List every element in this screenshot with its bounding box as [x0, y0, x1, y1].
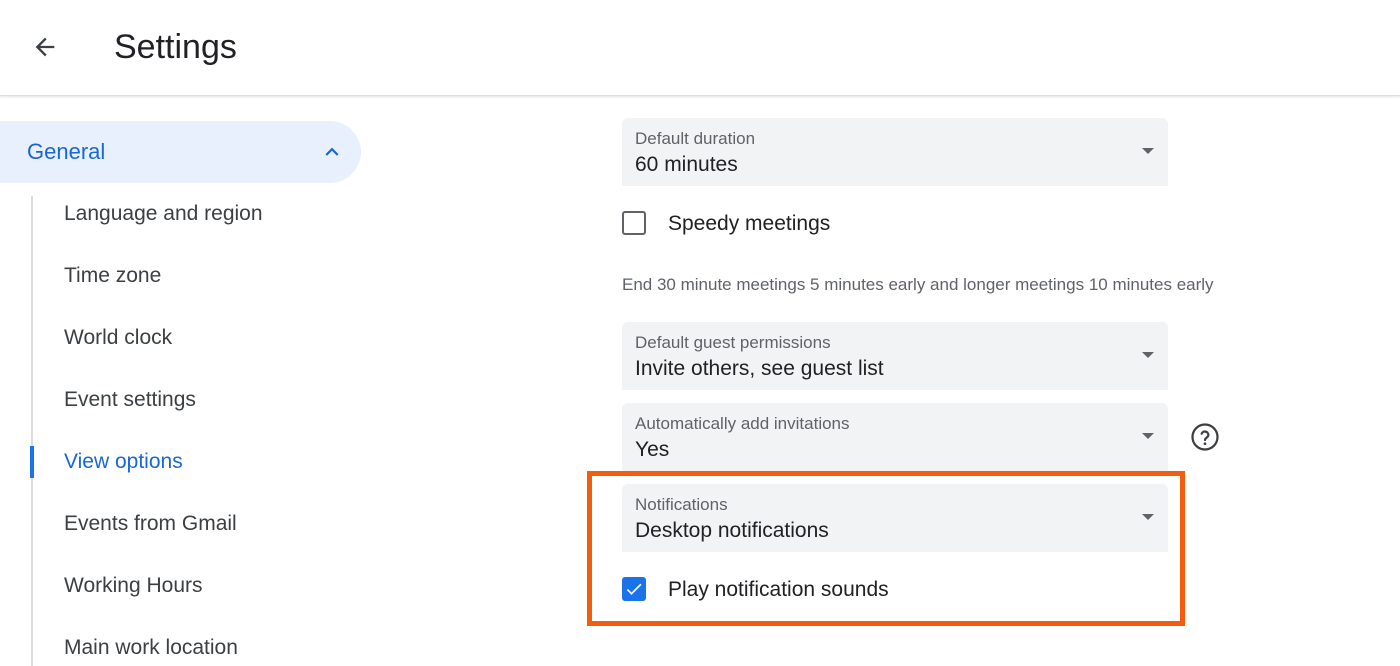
default-duration-value: 60 minutes — [635, 153, 738, 176]
sidebar-rail — [31, 196, 33, 666]
sidebar-item-main-work-location[interactable]: Main work location — [64, 636, 238, 660]
dropdown-arrow-icon — [1142, 352, 1154, 358]
sidebar-section-label: General — [27, 139, 106, 164]
guest-permissions-value: Invite others, see guest list — [635, 357, 884, 380]
notifications-select[interactable]: Notifications Desktop notifications — [622, 484, 1168, 552]
dropdown-arrow-icon — [1142, 148, 1154, 154]
auto-invitations-select[interactable]: Automatically add invitations Yes — [622, 403, 1168, 471]
notification-sounds-checkbox[interactable] — [622, 577, 646, 601]
page-title: Settings — [114, 28, 237, 66]
dropdown-arrow-icon — [1142, 514, 1154, 520]
app-header: Settings — [0, 0, 1400, 96]
help-circle-icon[interactable] — [1190, 422, 1220, 452]
speedy-meetings-label[interactable]: Speedy meetings — [668, 212, 830, 236]
sidebar-item-view-options[interactable]: View options — [64, 450, 183, 474]
default-duration-label: Default duration — [635, 129, 756, 148]
auto-invitations-label: Automatically add invitations — [635, 414, 850, 433]
default-duration-select[interactable]: Default duration 60 minutes — [622, 118, 1168, 186]
sidebar-item-world-clock[interactable]: World clock — [64, 326, 172, 350]
guest-permissions-select[interactable]: Default guest permissions Invite others,… — [622, 322, 1168, 390]
sidebar-item-language-and-region[interactable]: Language and region — [64, 202, 263, 226]
sidebar-item-events-from-gmail[interactable]: Events from Gmail — [64, 512, 237, 536]
sidebar-active-indicator — [30, 446, 34, 478]
speedy-meetings-checkbox[interactable] — [622, 211, 646, 235]
sidebar-item-event-settings[interactable]: Event settings — [64, 388, 196, 412]
sidebar-item-time-zone[interactable]: Time zone — [64, 264, 161, 288]
chevron-up-icon — [325, 147, 339, 156]
notifications-label: Notifications — [635, 495, 728, 514]
notification-sounds-label[interactable]: Play notification sounds — [668, 578, 889, 602]
notifications-value: Desktop notifications — [635, 519, 829, 542]
back-button[interactable] — [22, 24, 68, 70]
sidebar-item-working-hours[interactable]: Working Hours — [64, 574, 203, 598]
sidebar-section-general[interactable]: General — [0, 121, 361, 183]
auto-invitations-value: Yes — [635, 438, 670, 461]
guest-permissions-label: Default guest permissions — [635, 333, 831, 352]
checkmark-icon — [626, 583, 642, 595]
speedy-meetings-helper: End 30 minute meetings 5 minutes early a… — [622, 275, 1214, 294]
settings-sidebar: General Language and region Time zone Wo… — [0, 96, 400, 666]
dropdown-arrow-icon — [1142, 433, 1154, 439]
arrow-back-icon — [35, 37, 55, 57]
